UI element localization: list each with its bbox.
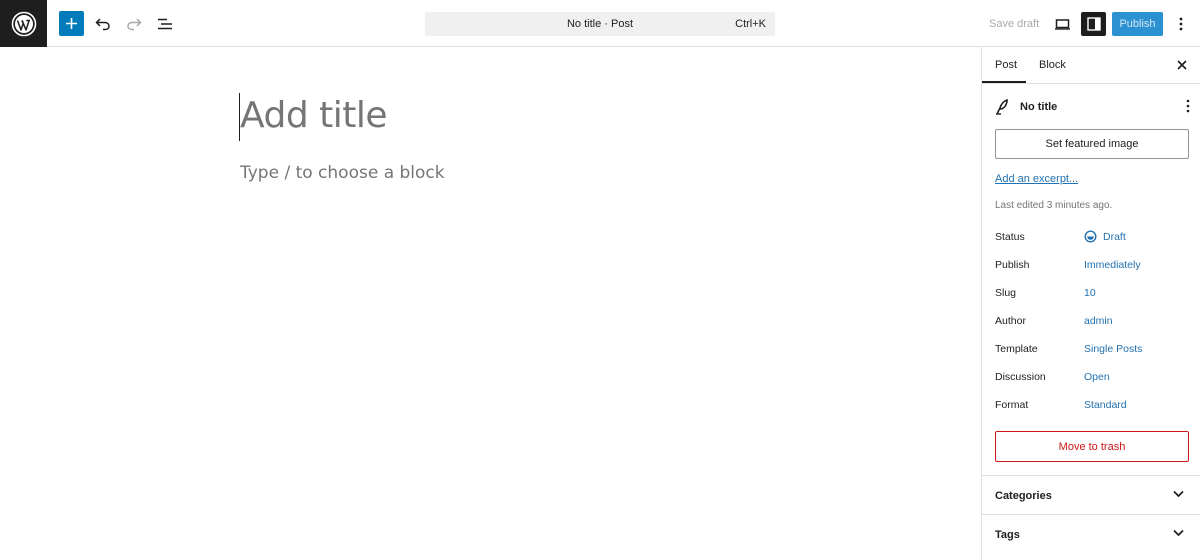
- meta-row-status: Status Draft: [995, 230, 1189, 245]
- preview-button[interactable]: [1050, 12, 1074, 36]
- panel-tags[interactable]: Tags: [982, 514, 1200, 553]
- meta-value-format[interactable]: Standard: [1084, 399, 1127, 411]
- more-vertical-icon[interactable]: [1186, 99, 1190, 113]
- redo-button[interactable]: [121, 11, 146, 36]
- editor-canvas: Add title Type / to choose a block: [0, 47, 981, 560]
- list-view-icon: [157, 18, 172, 29]
- meta-row-publish: Publish Immediately: [995, 259, 1189, 273]
- undo-icon: [94, 17, 110, 30]
- settings-sidebar: Post Block No title Set featured image A…: [981, 47, 1200, 560]
- tab-post[interactable]: Post: [995, 59, 1017, 71]
- feather-icon: [996, 99, 1008, 115]
- wordpress-logo-icon[interactable]: [0, 0, 47, 47]
- post-title-input[interactable]: Add title: [240, 95, 388, 136]
- panel-title: Categories: [995, 490, 1052, 502]
- document-title: No title · Post: [566, 18, 634, 30]
- active-tab-indicator: [982, 81, 1026, 83]
- meta-label: Format: [995, 399, 1029, 411]
- sidebar-icon: [1086, 17, 1101, 31]
- meta-value-template[interactable]: Single Posts: [1084, 343, 1142, 355]
- meta-label: Slug: [995, 287, 1017, 299]
- editor-header: No title · Post Ctrl+K Save draft Publis…: [0, 0, 1200, 47]
- publish-button[interactable]: Publish: [1112, 12, 1163, 36]
- meta-row-author: Author admin: [995, 315, 1189, 329]
- desktop-icon: [1054, 18, 1070, 30]
- chevron-down-icon: [1173, 529, 1184, 537]
- close-sidebar-button[interactable]: [1175, 58, 1189, 72]
- meta-value-publish[interactable]: Immediately: [1084, 259, 1141, 271]
- meta-value-status[interactable]: Draft: [1103, 231, 1126, 243]
- close-icon: [1177, 60, 1187, 70]
- sidebar-tabs: Post Block: [982, 47, 1200, 84]
- panel-title: Tags: [995, 529, 1020, 541]
- meta-value-discussion[interactable]: Open: [1084, 371, 1110, 383]
- meta-label: Template: [995, 343, 1038, 355]
- keyboard-shortcut: Ctrl+K: [735, 18, 766, 30]
- meta-label: Discussion: [995, 371, 1046, 383]
- meta-label: Status: [995, 231, 1025, 243]
- meta-label: Author: [995, 315, 1026, 327]
- options-menu-button[interactable]: [1172, 12, 1190, 36]
- move-to-trash-button[interactable]: Move to trash: [995, 431, 1189, 462]
- document-overview-button[interactable]: [152, 11, 177, 36]
- draft-status-icon: [1084, 230, 1097, 243]
- meta-label: Publish: [995, 259, 1030, 271]
- save-draft-button[interactable]: Save draft: [989, 18, 1039, 30]
- panel-categories[interactable]: Categories: [982, 475, 1200, 514]
- plus-icon: [66, 18, 77, 29]
- meta-row-slug: Slug 10: [995, 287, 1189, 301]
- meta-row-format: Format Standard: [995, 399, 1189, 413]
- more-vertical-icon: [1179, 17, 1183, 31]
- post-card-title: No title: [1020, 101, 1058, 113]
- chevron-down-icon: [1173, 490, 1184, 498]
- undo-button[interactable]: [90, 11, 115, 36]
- meta-row-discussion: Discussion Open: [995, 371, 1189, 385]
- add-block-button[interactable]: [59, 11, 84, 36]
- add-excerpt-link[interactable]: Add an excerpt...: [995, 173, 1078, 185]
- settings-toggle-button[interactable]: [1081, 12, 1106, 36]
- post-card: No title: [995, 99, 1190, 115]
- command-palette-bar[interactable]: No title · Post Ctrl+K: [425, 12, 775, 36]
- meta-value-author[interactable]: admin: [1084, 315, 1113, 327]
- block-appender[interactable]: Type / to choose a block: [240, 163, 445, 183]
- last-edited-text: Last edited 3 minutes ago.: [995, 200, 1113, 211]
- set-featured-image-button[interactable]: Set featured image: [995, 129, 1189, 159]
- tab-block[interactable]: Block: [1039, 59, 1066, 71]
- meta-value-slug[interactable]: 10: [1084, 287, 1096, 299]
- redo-icon: [126, 17, 142, 30]
- meta-row-template: Template Single Posts: [995, 343, 1189, 357]
